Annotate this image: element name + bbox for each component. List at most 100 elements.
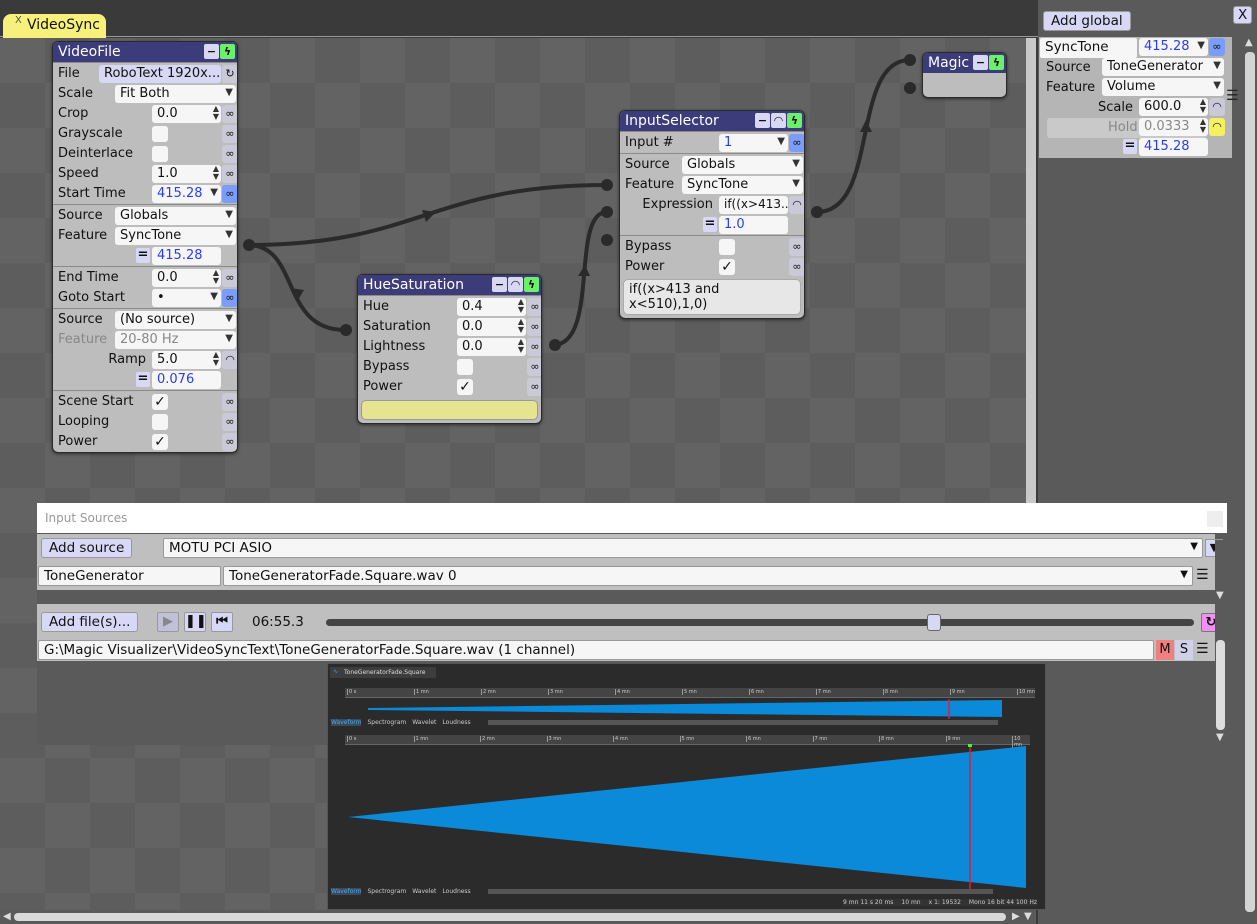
add-files-button[interactable]: Add file(s)... bbox=[41, 612, 139, 632]
feature-select[interactable]: 20-80 Hz ▼ bbox=[115, 331, 236, 349]
minus-button[interactable]: − bbox=[204, 44, 219, 59]
node-inputselector[interactable]: InputSelector − ◠ ϟ Input #1 ▼ ∞ Source Globals ▼… bbox=[619, 110, 805, 319]
node-title[interactable]: Magic − ϟ bbox=[923, 53, 1006, 73]
source-file-select[interactable]: ToneGeneratorFade.Square.wav 0 ▼ bbox=[223, 566, 1193, 586]
node-title[interactable]: VideoFile − ϟ bbox=[53, 42, 237, 62]
canvas-vertical-scrollbar[interactable] bbox=[1026, 38, 1036, 503]
slider-thumb[interactable] bbox=[926, 614, 941, 631]
global-name-field[interactable]: SyncTone bbox=[1040, 38, 1137, 58]
end-time-spinner[interactable]: 0.0 ▲ ▼ bbox=[152, 269, 221, 287]
power-button[interactable]: ϟ bbox=[989, 55, 1004, 70]
link-button[interactable]: ∞ bbox=[222, 433, 237, 451]
listen-button[interactable]: ◠ bbox=[508, 277, 523, 292]
input-select[interactable]: 1 ▼ bbox=[719, 134, 788, 152]
global-value-select[interactable]: 415.28 ▼ bbox=[1139, 38, 1208, 56]
link-button[interactable]: ∞ bbox=[789, 258, 804, 276]
link-button[interactable]: ∞ bbox=[527, 298, 541, 316]
scrollbar-thumb[interactable] bbox=[14, 913, 1006, 921]
listen-button[interactable]: ◠ bbox=[1209, 98, 1225, 116]
minus-button[interactable]: − bbox=[973, 55, 988, 70]
source-select[interactable]: ToneGenerator ▼ bbox=[1102, 58, 1224, 76]
scrollbar-thumb[interactable] bbox=[1245, 52, 1255, 912]
link-active-button[interactable]: ∞ bbox=[222, 185, 237, 203]
play-button[interactable]: ▶ bbox=[157, 612, 179, 632]
file-path-field[interactable]: G:\Magic Visualizer\VideoSyncText\ToneGe… bbox=[38, 640, 1154, 660]
link-button[interactable]: ∞ bbox=[527, 338, 541, 356]
inputselector-input-port-1[interactable] bbox=[601, 179, 613, 191]
feature-select[interactable]: Volume ▼ bbox=[1102, 78, 1224, 96]
device-select[interactable]: MOTU PCI ASIO ▼ bbox=[163, 538, 1203, 558]
refresh-button[interactable]: ↻ bbox=[222, 65, 237, 83]
view-tab-waveform[interactable]: Waveform bbox=[331, 719, 362, 726]
node-title[interactable]: InputSelector − ◠ ϟ bbox=[620, 111, 804, 131]
add-source-button[interactable]: Add source bbox=[41, 538, 133, 558]
link-button[interactable]: ∞ bbox=[222, 145, 237, 163]
view-tab-loudness[interactable]: Loudness bbox=[442, 719, 470, 726]
globals-scrollbar[interactable]: ▲ bbox=[1243, 37, 1257, 924]
spinner-arrows-icon[interactable]: ▲ ▼ bbox=[213, 351, 219, 367]
link-button[interactable]: ∞ bbox=[222, 125, 237, 143]
view-tab-wavelet[interactable]: Wavelet bbox=[412, 719, 436, 726]
solo-button[interactable]: S bbox=[1175, 640, 1193, 660]
view-tab-wavelet[interactable]: Wavelet bbox=[412, 888, 436, 895]
deinterlace-checkbox[interactable] bbox=[152, 146, 168, 162]
link-button[interactable]: ∞ bbox=[789, 238, 804, 256]
magic-input-port-2[interactable] bbox=[904, 82, 916, 94]
spinner-arrows-icon[interactable]: ▲ ▼ bbox=[1200, 118, 1206, 134]
playback-slider[interactable] bbox=[326, 614, 1194, 631]
feature-select[interactable]: SyncTone ▼ bbox=[115, 227, 236, 245]
power-checkbox[interactable]: ✓ bbox=[152, 434, 168, 450]
spinner-arrows-icon[interactable]: ▲ ▼ bbox=[518, 338, 524, 354]
scroll-down-icon[interactable]: ▼ bbox=[1024, 911, 1032, 922]
listen-button[interactable]: ◠ bbox=[222, 351, 237, 369]
power-button[interactable]: ϟ bbox=[524, 277, 539, 292]
overview-scrollbar[interactable] bbox=[488, 720, 998, 725]
close-panel-button[interactable]: X bbox=[1233, 6, 1253, 24]
scroll-right-icon[interactable]: ▶ bbox=[1012, 911, 1020, 922]
goto-start-select[interactable]: • ▼ bbox=[152, 289, 221, 307]
link-button[interactable]: ∞ bbox=[222, 413, 237, 431]
view-tab-loudness[interactable]: Loudness bbox=[442, 888, 470, 895]
scroll-up-icon[interactable]: ▲ bbox=[1245, 37, 1253, 48]
source-select[interactable]: Globals ▼ bbox=[682, 156, 803, 174]
scene-start-checkbox[interactable]: ✓ bbox=[152, 394, 168, 410]
file-file-picker[interactable]: RoboText 1920x... bbox=[99, 65, 221, 83]
link-active-button[interactable]: ∞ bbox=[789, 134, 804, 152]
hue-spinner[interactable]: 0.4 ▲ ▼ bbox=[457, 298, 526, 316]
power-button[interactable]: ϟ bbox=[787, 113, 802, 128]
grayscale-checkbox[interactable] bbox=[152, 126, 168, 142]
scale-select[interactable]: Fit Both ▼ bbox=[115, 85, 236, 103]
drag-handle-icon[interactable]: ☰ bbox=[1196, 641, 1209, 657]
node-videofile[interactable]: VideoFile − ϟ File RoboText 1920x... ↻ Scale Fi… bbox=[52, 41, 238, 453]
drag-handle-icon[interactable]: ☰ bbox=[1226, 88, 1239, 104]
spinner-arrows-icon[interactable]: ▲ ▼ bbox=[1200, 98, 1206, 114]
main-scrollbar[interactable] bbox=[488, 889, 993, 894]
videofile-output-port[interactable] bbox=[243, 239, 255, 251]
crop-spinner[interactable]: 0.0 ▲ ▼ bbox=[152, 105, 221, 123]
spinner-arrows-icon[interactable]: ▲ ▼ bbox=[213, 105, 219, 121]
drag-handle-icon[interactable]: ☰ bbox=[1196, 567, 1209, 583]
color-swatch[interactable] bbox=[361, 400, 538, 420]
expression-field[interactable]: if((x>413... bbox=[719, 196, 788, 214]
power-button[interactable]: ϟ bbox=[220, 44, 235, 59]
inputselector-output-port[interactable] bbox=[811, 206, 823, 218]
huesaturation-input-port[interactable] bbox=[340, 324, 352, 336]
view-tab-waveform[interactable]: Waveform bbox=[331, 888, 362, 895]
scroll-left-icon[interactable]: ◀ bbox=[3, 911, 11, 922]
rewind-button[interactable]: ⏮ bbox=[211, 612, 233, 632]
inputselector-input-port-2[interactable] bbox=[601, 206, 613, 218]
source-name-field[interactable]: ToneGenerator bbox=[38, 566, 221, 586]
add-global-button[interactable]: Add global bbox=[1043, 11, 1131, 31]
scale-spinner[interactable]: 600.0 ▲ ▼ bbox=[1139, 98, 1208, 116]
pause-button[interactable]: ❚❚ bbox=[184, 612, 207, 632]
saturation-spinner[interactable]: 0.0 ▲ ▼ bbox=[457, 318, 526, 336]
link-active-button[interactable]: ∞ bbox=[222, 289, 237, 307]
link-button[interactable]: ∞ bbox=[1209, 38, 1225, 56]
view-tab-spectrogram[interactable]: Spectrogram bbox=[367, 719, 406, 726]
hold-spinner[interactable]: 0.0333 ▲ ▼ bbox=[1139, 118, 1208, 136]
bypass-checkbox[interactable] bbox=[719, 239, 735, 255]
listen-button[interactable]: ◠ bbox=[771, 113, 786, 128]
minus-button[interactable]: − bbox=[492, 277, 507, 292]
inputselector-input-port-3[interactable] bbox=[601, 234, 613, 246]
input-sources-scrollbar[interactable]: ▼ ▼ bbox=[1215, 540, 1227, 745]
